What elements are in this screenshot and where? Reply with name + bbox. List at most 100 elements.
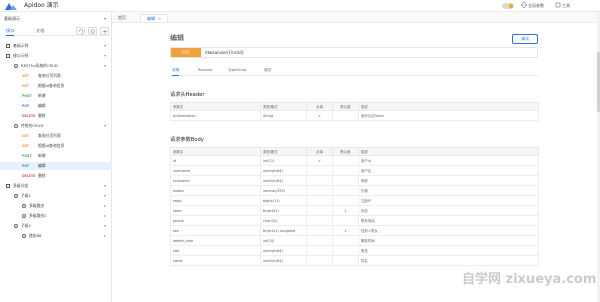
expand-toggle-icon[interactable]: ▾ [104, 42, 106, 50]
tree-api-item[interactable]: PUT 编辑 [0, 102, 112, 110]
tree-group-item[interactable]: 传统的CRUD ▾ [0, 122, 112, 130]
tree-group-item[interactable]: RESTful风格的CRUD ▾ [0, 62, 112, 70]
logo-icon [5, 3, 17, 10]
sync-button[interactable] [76, 27, 85, 35]
subtab-doc[interactable]: 说明 [172, 67, 180, 76]
http-verb-label: DELETE [22, 114, 36, 118]
tree-api-item[interactable]: GET 查询分页列表 [0, 132, 112, 140]
http-verb-label: GET [22, 74, 29, 78]
subtab-typescript[interactable]: TypeScript [228, 67, 247, 74]
http-verb-label: POST [22, 94, 32, 98]
table-cell: 身份认证Token [358, 110, 539, 121]
expand-toggle-icon[interactable]: ▾ [104, 222, 106, 230]
tree-api-item[interactable]: GET 查询分页列表 [0, 72, 112, 80]
url-bar: PUT /dwaa/user/{inclid} [170, 47, 538, 58]
table-cell [306, 255, 333, 266]
table-cell: 头像 [358, 185, 539, 196]
tree-item-label: 删除 [38, 173, 46, 178]
subtab-request[interactable]: Request [198, 67, 213, 74]
tree-group-item[interactable]: 子级2 ▾ [0, 222, 112, 230]
folder-icon [6, 184, 10, 188]
table-cell [332, 215, 359, 226]
expand-toggle-icon[interactable]: ▾ [104, 62, 106, 70]
group-icon [22, 214, 26, 218]
tools-link[interactable]: 工具 [562, 2, 570, 10]
tree-group-item[interactable]: 多级路由 ▸ [0, 202, 112, 210]
expand-toggle-icon[interactable]: ▸ [104, 212, 106, 220]
tree-group-item[interactable]: 路由88 ▸ [0, 232, 112, 240]
table-cell [332, 110, 359, 121]
tree-group-item[interactable]: 接口示例 ▾ [0, 52, 112, 60]
project-select[interactable]: 基础演示 ▾ [4, 15, 108, 23]
tree-group-item[interactable]: 多级路由2 ▸ [0, 212, 112, 220]
table-cell: delete_time [170, 235, 261, 246]
tree-item-label: 子级1 [21, 193, 32, 198]
group-icon [14, 194, 18, 198]
api-url: /dwaa/user/{inclid} [205, 50, 245, 55]
table-cell [306, 175, 333, 186]
tab-home[interactable]: 首页 [112, 14, 132, 22]
tree-item-label: 多级路由2 [29, 213, 47, 218]
tree-item-label: 查询分页列表 [38, 73, 61, 78]
group-icon [14, 64, 18, 68]
tree-api-item[interactable]: DELETE 删除 [0, 172, 112, 180]
tree-api-item[interactable]: DELETE 删除 [0, 112, 112, 120]
refresh-button[interactable] [88, 27, 97, 35]
global-params-link[interactable]: 全局参数 [528, 2, 544, 10]
table-cell [332, 255, 359, 266]
table-row: nickname varchar(64) 昵称 [170, 175, 539, 186]
tab-api[interactable]: 接口 [6, 28, 15, 36]
table-cell [306, 225, 333, 236]
table-row: role varchar(64) 角色 [170, 245, 539, 256]
tree-item-label: RESTful风格的CRUD [21, 63, 58, 68]
table-cell [332, 195, 359, 206]
folder-icon [6, 44, 10, 48]
close-icon[interactable]: × [158, 16, 161, 21]
table-cell: 1 [332, 225, 359, 236]
tree-api-item[interactable]: PUT 编辑 [0, 162, 112, 170]
expand-toggle-icon[interactable]: ▸ [104, 232, 106, 240]
expand-toggle-icon[interactable]: ▾ [104, 192, 106, 200]
http-verb-label: GET [22, 144, 29, 148]
tree-group-item[interactable]: 子级1 ▾ [0, 192, 112, 200]
debug-button[interactable]: 调试 [512, 34, 538, 44]
tab-docs[interactable]: 文档 [36, 28, 44, 34]
table-cell: Authorization [170, 110, 261, 121]
tab-edit[interactable]: 编辑 × [140, 14, 169, 22]
column-header: 类型/格式 [260, 102, 307, 111]
tree-item-label: 新增 [38, 153, 46, 158]
tree-api-item[interactable]: POST 新增 [0, 152, 112, 160]
tree-api-item[interactable]: GET 根据id查询信息 [0, 82, 112, 90]
tools-icon [555, 2, 561, 8]
table-row: username varchar(64) 用户名 [170, 165, 539, 176]
tree-api-item[interactable]: POST 新增 [0, 92, 112, 100]
main-panel: 首页 编辑 × 编辑 调试 PUT /dwaa/user/{inclid} 说明 … [112, 12, 600, 302]
header-section-title: 请求头Header [170, 92, 205, 98]
tree-api-item[interactable]: GET 根据id查询信息 [0, 142, 112, 150]
column-header: 描述 [358, 102, 539, 111]
table-row: Authorization String ✔ 身份认证Token [170, 110, 539, 121]
chevron-down-icon: ▾ [103, 16, 106, 21]
theme-toggle[interactable] [502, 3, 514, 9]
table-header-row: 参数名 类型/格式 必填 默认值 描述 [170, 102, 539, 111]
plus-icon [103, 29, 107, 34]
tab-edit-label: 编辑 [147, 16, 155, 21]
tree-group-item[interactable]: 多级分组 ▾ [0, 182, 112, 190]
table-cell: varchar(64) [260, 165, 307, 176]
table-cell: name [170, 255, 261, 266]
table-cell: 1 [332, 205, 359, 216]
table-cell: 用户名 [358, 165, 539, 176]
column-header: 必填 [306, 147, 333, 156]
subtab-debug[interactable]: 调试 [264, 67, 271, 74]
table-cell [306, 185, 333, 196]
tree-group-item[interactable]: 基础示例 ▾ [0, 42, 112, 50]
expand-toggle-icon[interactable]: ▸ [104, 202, 106, 210]
expand-toggle-icon[interactable]: ▾ [104, 182, 106, 190]
tree-item-label: 根据id查询信息 [38, 83, 65, 88]
column-header: 参数名 [170, 147, 261, 156]
expand-toggle-icon[interactable]: ▾ [104, 122, 106, 130]
table-cell: int(10) [260, 235, 307, 246]
add-button[interactable] [100, 27, 109, 35]
tree-item-label: 编辑 [38, 163, 46, 168]
expand-toggle-icon[interactable]: ▾ [104, 52, 106, 60]
